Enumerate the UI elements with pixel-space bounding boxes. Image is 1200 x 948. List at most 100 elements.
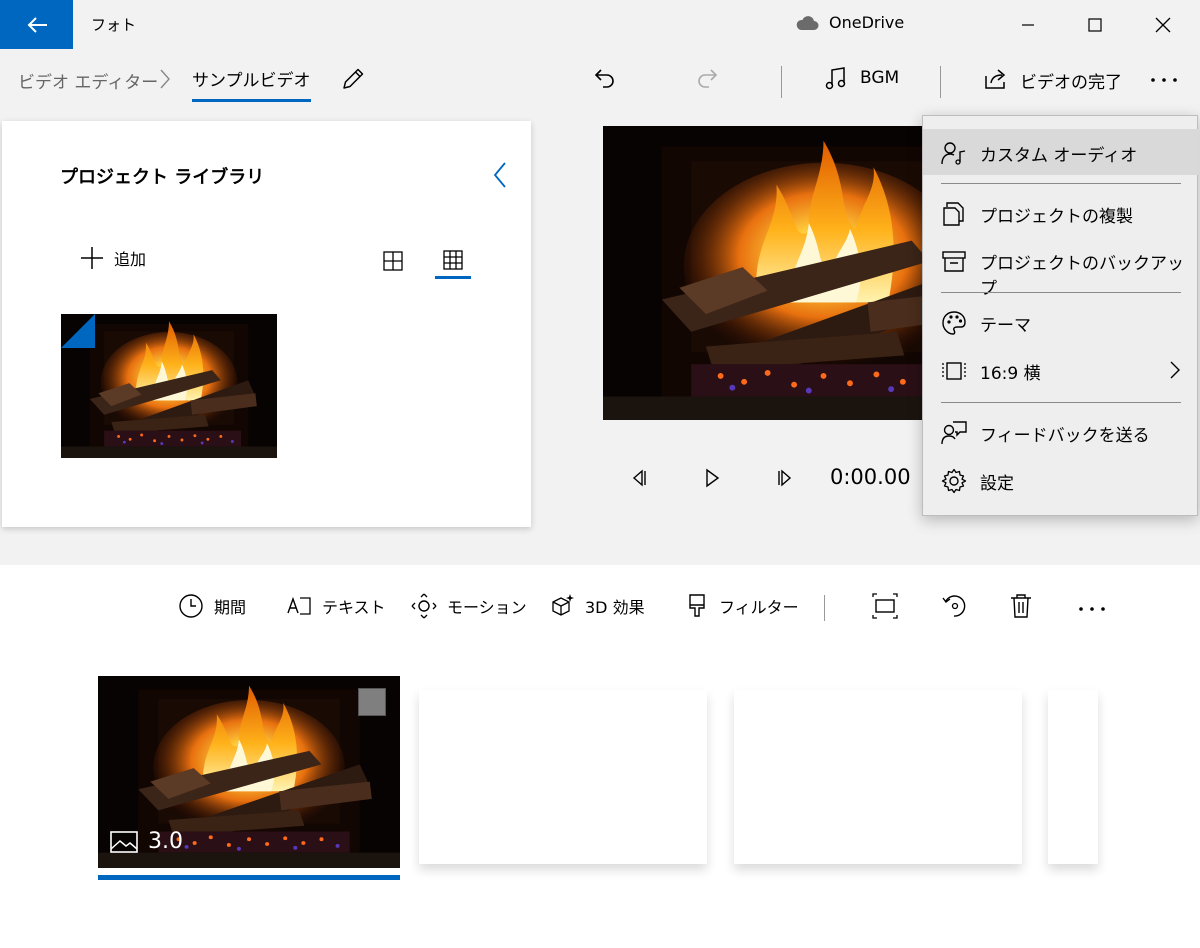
step-forward-icon [778, 469, 792, 487]
more-options-menu: カスタム オーディオ プロジェクトの複製 プロジェクトのバックアップ テーマ 1… [922, 115, 1199, 516]
palette-icon [942, 311, 966, 335]
toolbar-divider [940, 66, 941, 98]
small-grid-icon [443, 249, 463, 270]
menu-item-custom-audio[interactable]: カスタム オーディオ [923, 129, 1199, 175]
clock-icon [179, 594, 203, 618]
storyboard-clip[interactable]: 3.0 [98, 676, 400, 868]
menu-item-duplicate-project[interactable]: プロジェクトの複製 [923, 190, 1199, 236]
app-title: フォト [91, 16, 137, 34]
music-note-icon [825, 67, 846, 90]
filters-tool-button[interactable]: フィルター [685, 593, 799, 619]
archive-icon [942, 251, 966, 272]
collapse-panel-chevron-icon[interactable] [492, 161, 508, 189]
motion-icon [411, 593, 437, 619]
library-media-thumbnail[interactable] [61, 314, 277, 458]
playback-time: 0:00.00 [830, 465, 911, 489]
empty-clip-slot [734, 690, 1022, 864]
finish-video-label: ビデオの完了 [1020, 73, 1122, 93]
fireplace-preview-image [603, 126, 923, 420]
menu-divider [941, 183, 1181, 184]
menu-item-backup-project[interactable]: プロジェクトのバックアップ [923, 237, 1199, 299]
clip-duration-value: 3.0 [148, 829, 183, 854]
add-media-button[interactable]: 追加 [80, 246, 146, 270]
large-grid-view-button[interactable] [375, 243, 411, 279]
small-grid-view-button[interactable] [435, 243, 471, 279]
editor-toolbar: ビデオ エディター サンプルビデオ BGM ビデオの完了 [0, 50, 1200, 110]
minimize-button[interactable] [995, 0, 1061, 50]
empty-clip-slot [419, 690, 707, 864]
menu-item-settings[interactable]: 設定 [923, 457, 1199, 503]
onedrive-label: OneDrive [829, 13, 905, 32]
text-tool-button[interactable]: テキスト [286, 593, 386, 619]
redo-icon[interactable] [694, 66, 720, 92]
feedback-icon [941, 421, 967, 445]
large-grid-icon [383, 251, 403, 271]
breadcrumb-video-editor[interactable]: ビデオ エディター [18, 68, 158, 93]
clip-select-checkbox[interactable] [358, 688, 386, 716]
text-box-icon [287, 596, 311, 615]
duplicate-icon [943, 202, 964, 226]
clip-duration: 3.0 [110, 829, 183, 854]
duration-tool-button[interactable]: 期間 [178, 593, 246, 619]
3d-effects-tool-label: 3D 効果 [585, 598, 645, 617]
paint-brush-icon [689, 594, 705, 617]
menu-item-label: 設定 [980, 474, 1014, 494]
menu-divider [941, 402, 1181, 403]
3d-effects-tool-button[interactable]: 3D 効果 [549, 593, 645, 619]
video-preview[interactable] [603, 126, 923, 420]
custom-audio-icon [941, 142, 966, 165]
project-library-panel: プロジェクト ライブラリ 追加 [2, 121, 531, 527]
storyboard-area: 期間 テキスト モーション 3D 効果 フィルター 3.0 [0, 565, 1200, 948]
close-button[interactable] [1130, 0, 1196, 50]
trash-icon[interactable] [1009, 593, 1033, 619]
menu-item-label: 16:9 横 [980, 364, 1041, 384]
play-button[interactable] [700, 466, 724, 490]
menu-item-label: テーマ [980, 316, 1031, 336]
chevron-right-icon [1170, 361, 1180, 379]
rotate-icon[interactable] [941, 593, 967, 619]
back-button[interactable] [0, 0, 73, 49]
menu-item-label: プロジェクトの複製 [980, 207, 1133, 227]
in-use-corner-marker [61, 314, 95, 348]
filters-tool-label: フィルター [719, 598, 799, 617]
tools-divider [824, 595, 825, 621]
empty-clip-slot [1048, 690, 1098, 864]
menu-item-send-feedback[interactable]: フィードバックを送る [923, 409, 1199, 455]
resize-icon[interactable] [872, 593, 898, 619]
menu-item-label: フィードバックを送る [980, 426, 1150, 446]
image-icon [110, 830, 138, 853]
step-back-icon [632, 469, 646, 487]
more-tools-icon[interactable] [1078, 605, 1106, 613]
duration-tool-label: 期間 [214, 598, 247, 617]
undo-icon[interactable] [592, 66, 618, 92]
menu-item-theme[interactable]: テーマ [923, 299, 1199, 345]
breadcrumb-project-name[interactable]: サンプルビデオ [192, 66, 311, 102]
rename-pencil-icon[interactable] [340, 66, 366, 92]
previous-frame-button[interactable] [628, 466, 652, 490]
more-options-icon[interactable] [1150, 76, 1178, 84]
next-frame-button[interactable] [772, 466, 796, 490]
motion-tool-label: モーション [447, 598, 527, 617]
onedrive-status[interactable]: OneDrive [795, 13, 904, 32]
title-bar: フォト OneDrive [0, 0, 1200, 50]
chevron-right-icon [160, 69, 170, 89]
add-media-label: 追加 [114, 250, 147, 269]
menu-divider [941, 292, 1181, 293]
back-arrow-icon [27, 16, 47, 33]
minimize-icon [1022, 24, 1034, 26]
maximize-button[interactable] [1062, 0, 1128, 50]
toolbar-divider [781, 66, 782, 98]
share-export-icon [985, 69, 1006, 89]
clip-selection-indicator [98, 875, 400, 880]
cloud-icon [796, 15, 819, 30]
motion-tool-button[interactable]: モーション [411, 593, 527, 619]
aspect-ratio-icon [942, 362, 966, 380]
3d-effects-icon [552, 594, 574, 616]
menu-item-label: カスタム オーディオ [980, 146, 1138, 166]
text-tool-label: テキスト [322, 598, 386, 617]
library-title: プロジェクト ライブラリ [60, 167, 265, 188]
bgm-label: BGM [860, 68, 900, 88]
menu-item-aspect-ratio[interactable]: 16:9 横 [923, 347, 1199, 393]
gear-icon [941, 468, 967, 494]
play-icon [706, 468, 720, 488]
